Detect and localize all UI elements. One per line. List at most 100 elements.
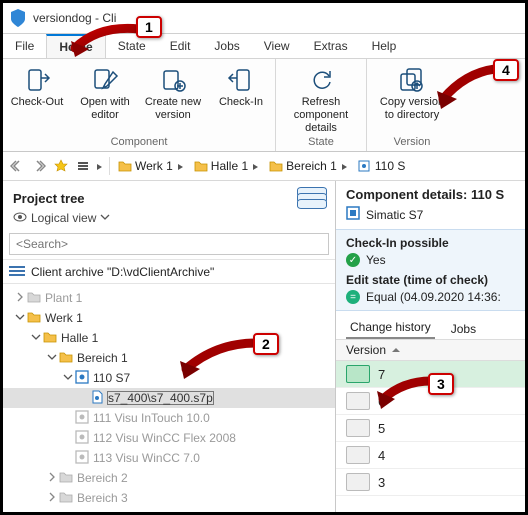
tree-expander[interactable] — [29, 331, 43, 345]
details-panel: Component details: 110 S Simatic S7 Chec… — [336, 181, 525, 512]
breadcrumb-item[interactable]: 110 S — [354, 159, 409, 173]
archive-icon — [9, 264, 25, 279]
checkin-value: Yes — [366, 253, 386, 267]
subtab-jobs[interactable]: Jobs — [447, 319, 480, 339]
ribbon-group-label: Component — [3, 135, 275, 151]
checkin-section: Check-In possible ✓ Yes Edit state (time… — [336, 229, 525, 311]
version-row[interactable]: 5 — [336, 415, 525, 442]
breadcrumb-item[interactable]: Bereich 1 — [265, 159, 354, 173]
chevron-icon[interactable] — [95, 161, 105, 171]
tree-node-label: 110 S7 — [93, 371, 130, 385]
tree-node-icon — [43, 331, 57, 346]
check-out-icon — [5, 64, 69, 96]
version-icon — [346, 446, 370, 464]
menu-help[interactable]: Help — [360, 34, 409, 58]
marker-1: 1 — [136, 16, 162, 38]
folder-icon — [194, 160, 208, 172]
marker-2: 2 — [253, 333, 279, 355]
tree-row[interactable]: Bereich 2 — [3, 468, 335, 488]
tree-row[interactable]: s7_400\s7_400.s7p — [3, 388, 335, 408]
list-icon[interactable] — [73, 156, 93, 176]
ribbon-open-editor[interactable]: Open witheditor — [71, 59, 139, 122]
nav-back-icon[interactable] — [7, 156, 27, 176]
tree-row[interactable]: 110 S7 — [3, 368, 335, 388]
menu-view[interactable]: View — [252, 34, 302, 58]
view-label[interactable]: Logical view — [31, 211, 96, 225]
breadcrumb-label: 110 S — [375, 159, 405, 173]
breadcrumb-item[interactable]: Werk 1 — [114, 159, 190, 173]
folder-icon — [269, 160, 283, 172]
chevron-icon[interactable] — [340, 161, 350, 171]
star-icon[interactable] — [51, 156, 71, 176]
menu-edit[interactable]: Edit — [158, 34, 203, 58]
tree-expander[interactable] — [13, 291, 27, 305]
tree-expander[interactable] — [61, 371, 75, 385]
details-subtabs: Change history Jobs — [336, 311, 525, 339]
tree-row[interactable]: 113 Visu WinCC 7.0 — [3, 448, 335, 468]
ribbon-copy-to-dir[interactable]: Copy versionto directory — [367, 59, 457, 122]
tree-node-label: Halle 1 — [61, 331, 98, 345]
tree-node-label: Bereich 2 — [77, 471, 128, 485]
tree-node-icon — [75, 430, 89, 447]
tree-node-icon — [59, 351, 73, 366]
separator — [109, 157, 110, 175]
database-icon[interactable] — [297, 187, 327, 209]
tree-node-icon — [59, 471, 73, 486]
tree-node-icon — [91, 390, 103, 407]
tree-node-icon — [75, 450, 89, 467]
tree-expander[interactable] — [45, 471, 59, 485]
tree-node-label: Plant 1 — [45, 291, 82, 305]
ribbon-check-out[interactable]: Check-Out — [3, 59, 71, 109]
breadcrumb-item[interactable]: Halle 1 — [190, 159, 265, 173]
menu-extras[interactable]: Extras — [302, 34, 360, 58]
chevron-icon[interactable] — [176, 161, 186, 171]
version-number: 7 — [378, 367, 385, 382]
tree-node-icon — [75, 370, 89, 387]
search-input[interactable] — [9, 233, 329, 255]
editstate-value: Equal (04.09.2020 14:36: — [366, 290, 501, 304]
version-row[interactable]: 3 — [336, 469, 525, 496]
breadcrumb-label: Bereich 1 — [286, 159, 337, 173]
breadcrumb-bar: Werk 1 Halle 1 Bereich 1 110 S — [3, 152, 525, 181]
tree-row[interactable]: Werk 1 — [3, 308, 335, 328]
column-label: Version — [346, 343, 386, 357]
tree-node-icon — [59, 491, 73, 506]
ribbon-create-version[interactable]: Create newversion — [139, 59, 207, 122]
menu-jobs[interactable]: Jobs — [202, 34, 251, 58]
ribbon-group-component: Check-OutOpen witheditorCreate newversio… — [3, 59, 276, 151]
tree-expander[interactable] — [13, 311, 27, 325]
ribbon-group-state: Refresh componentdetailsState — [276, 59, 367, 151]
component-icon — [358, 160, 372, 172]
tree-expander[interactable] — [45, 491, 59, 505]
ribbon-group-label: State — [276, 135, 366, 151]
tree-row[interactable]: Plant 1 — [3, 288, 335, 308]
tree-row[interactable]: 111 Visu InTouch 10.0 — [3, 408, 335, 428]
menu-home[interactable]: Home — [46, 34, 105, 58]
folder-icon — [118, 160, 132, 172]
tree-node-icon — [27, 291, 41, 306]
tree-node-label: Bereich 3 — [77, 491, 128, 505]
app-window: versiondog - Cli FileHomeStateEditJobsVi… — [0, 0, 528, 515]
version-column-header[interactable]: Version — [336, 339, 525, 361]
subtab-change-history[interactable]: Change history — [346, 317, 435, 339]
tree-row[interactable]: 112 Visu WinCC Flex 2008 — [3, 428, 335, 448]
check-in-icon — [209, 64, 273, 96]
version-row[interactable]: 4 — [336, 442, 525, 469]
chevron-down-icon[interactable] — [100, 211, 110, 225]
tree-row[interactable]: Bereich 3 — [3, 488, 335, 508]
eye-icon — [13, 211, 27, 225]
ribbon-refresh-details[interactable]: Refresh componentdetails — [276, 59, 366, 135]
tree-node-label: 112 Visu WinCC Flex 2008 — [93, 431, 236, 445]
breadcrumb-label: Halle 1 — [211, 159, 248, 173]
tree-row[interactable]: Bereich 1 — [3, 348, 335, 368]
equal-icon: = — [346, 290, 360, 304]
menu-file[interactable]: File — [3, 34, 46, 58]
app-icon — [9, 9, 27, 27]
tree-expander[interactable] — [45, 351, 59, 365]
archive-row[interactable]: Client archive "D:\vdClientArchive" — [3, 259, 335, 284]
tree-row[interactable]: Halle 1 — [3, 328, 335, 348]
ribbon: Check-OutOpen witheditorCreate newversio… — [3, 59, 525, 152]
nav-fwd-icon[interactable] — [29, 156, 49, 176]
ribbon-check-in[interactable]: Check-In — [207, 59, 275, 109]
chevron-icon[interactable] — [251, 161, 261, 171]
